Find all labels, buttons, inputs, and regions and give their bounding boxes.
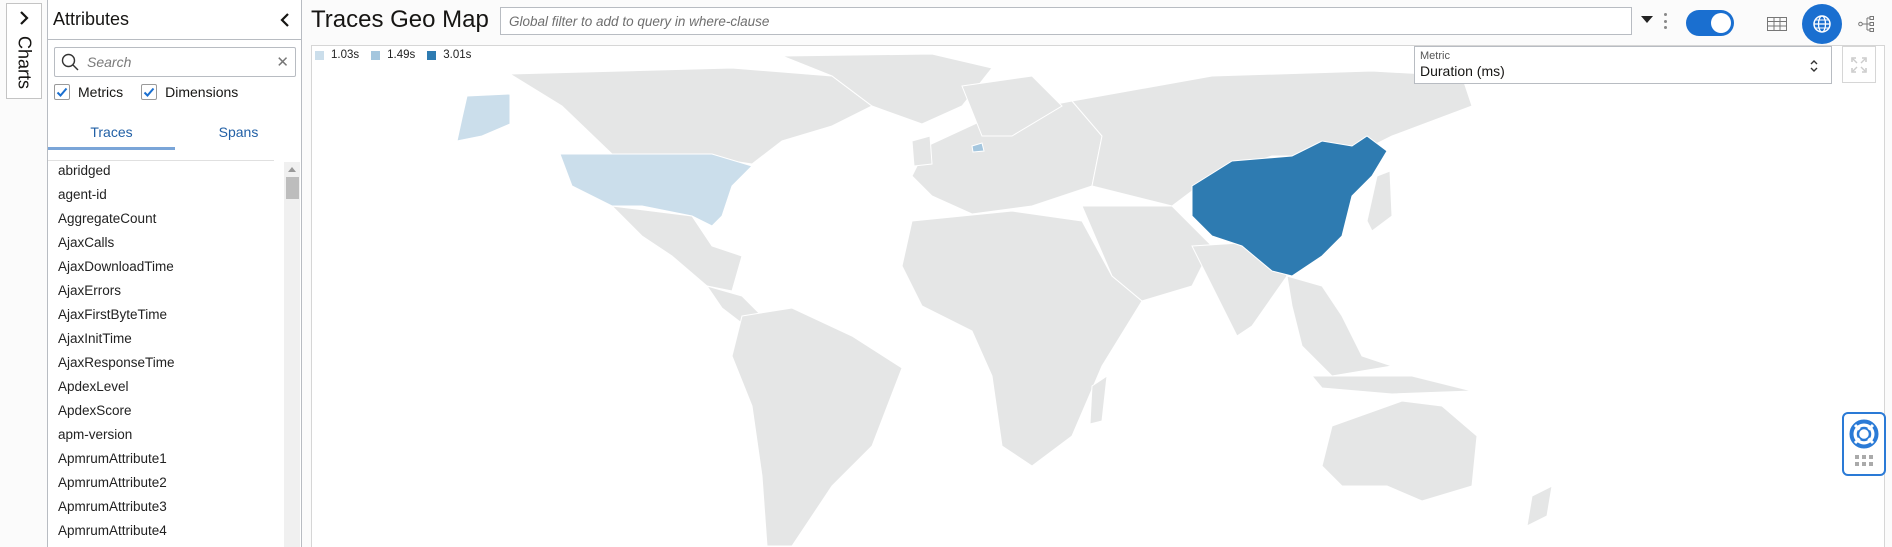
table-icon	[1767, 17, 1787, 31]
clear-search-icon[interactable]: ✕	[276, 53, 289, 71]
fullscreen-button[interactable]	[1842, 46, 1876, 83]
country-australia[interactable]	[1321, 400, 1478, 502]
metric-select[interactable]: Metric Duration (ms)	[1414, 46, 1832, 84]
country-canada[interactable]	[508, 67, 873, 165]
tab-traces[interactable]: Traces	[48, 120, 175, 150]
legend-label: 1.49s	[387, 49, 416, 61]
attribute-list-item[interactable]: ApmrumAttribute4	[58, 522, 278, 546]
country-japan[interactable]	[1366, 170, 1393, 232]
tab-spans[interactable]: Spans	[175, 120, 302, 150]
checkbox-checked-icon	[141, 84, 158, 100]
attribute-list-item[interactable]: ApdexScore	[58, 402, 278, 426]
attribute-tabs: Traces Spans	[48, 120, 302, 150]
charts-rail-label: Charts	[14, 36, 35, 90]
attributes-title: Attributes	[53, 9, 130, 29]
attribute-list-item[interactable]: AjaxResponseTime	[58, 354, 278, 378]
metric-select-label: Metric	[1420, 50, 1450, 62]
metrics-checkbox-label: Metrics	[78, 84, 124, 100]
global-filter-input[interactable]	[507, 12, 1625, 30]
attribute-list-item[interactable]: abridged	[58, 162, 278, 186]
filter-dropdown-icon[interactable]	[1641, 16, 1653, 23]
help-widget-button[interactable]	[1842, 412, 1886, 476]
attribute-list-item[interactable]: ApmrumAttribute2	[58, 474, 278, 498]
list-divider	[48, 160, 274, 161]
page-title: Traces Geo Map	[311, 6, 489, 33]
toggle-knob	[1711, 13, 1731, 33]
attribute-list-item[interactable]: AggregateCount	[58, 210, 278, 234]
legend-item: 1.03s	[315, 49, 359, 61]
attribute-list-scrollbar[interactable]	[284, 162, 300, 547]
attribute-list-item[interactable]: AjaxInitTime	[58, 330, 278, 354]
highlighted-country-united-states[interactable]	[456, 93, 511, 142]
attribute-search-field[interactable]: ✕	[54, 47, 296, 77]
chevron-right-icon	[20, 11, 29, 25]
geo-map-view-button[interactable]	[1802, 4, 1842, 44]
legend-swatch	[371, 50, 381, 60]
attributes-panel: Attributes ✕ Metrics Dimensions Traces S…	[47, 0, 302, 547]
world-map[interactable]	[312, 46, 1885, 547]
topology-view-button[interactable]	[1847, 4, 1887, 44]
metrics-checkbox[interactable]: Metrics	[54, 84, 123, 100]
attribute-list-item[interactable]: AjaxErrors	[58, 282, 278, 306]
metric-select-value: Duration (ms)	[1420, 63, 1505, 79]
lifebuoy-icon	[1849, 419, 1879, 449]
table-view-button[interactable]	[1757, 4, 1797, 44]
topology-icon	[1858, 16, 1874, 32]
attribute-list-item[interactable]: AjaxCalls	[58, 234, 278, 258]
country-indonesia[interactable]	[1310, 375, 1473, 395]
select-arrows-icon	[1810, 60, 1818, 72]
auto-refresh-toggle[interactable]	[1686, 10, 1734, 36]
attribute-list-item[interactable]: apm-version	[58, 426, 278, 450]
chevron-left-icon	[280, 12, 289, 27]
scroll-up-icon[interactable]	[288, 167, 296, 172]
attribute-list: abridged agent-id AggregateCount AjaxCalls A…	[58, 162, 278, 546]
geo-map-panel: 1.03s 1.49s 3.01s Metric Duration (ms)	[311, 45, 1885, 547]
dimensions-checkbox[interactable]: Dimensions	[141, 84, 238, 100]
map-legend: 1.03s 1.49s 3.01s	[315, 49, 471, 61]
expand-icon	[1851, 56, 1867, 73]
attribute-search-input[interactable]	[85, 53, 277, 71]
more-options-icon[interactable]	[1664, 13, 1668, 29]
attributes-header: Attributes	[48, 0, 301, 40]
scrollbar-thumb[interactable]	[285, 177, 299, 199]
checkbox-checked-icon	[54, 84, 70, 100]
apps-grid-icon	[1855, 455, 1873, 466]
legend-swatch	[315, 50, 324, 60]
attribute-type-filters: Metrics Dimensions	[54, 84, 238, 100]
legend-item: 3.01s	[427, 49, 471, 61]
country-new-zealand[interactable]	[1526, 485, 1553, 527]
dimensions-checkbox-label: Dimensions	[165, 84, 239, 100]
country-se-asia[interactable]	[1286, 275, 1393, 377]
charts-panel-toggle[interactable]: Charts	[6, 3, 42, 99]
globe-icon	[1813, 15, 1831, 33]
search-icon	[61, 53, 79, 71]
attribute-list-item[interactable]: AjaxDownloadTime	[58, 258, 278, 282]
country-south-america[interactable]	[731, 307, 903, 547]
country-mexico[interactable]	[610, 205, 743, 292]
legend-item: 1.49s	[371, 49, 415, 61]
attribute-list-item[interactable]: agent-id	[58, 186, 278, 210]
attribute-list-item[interactable]: ApmrumAttribute1	[58, 450, 278, 474]
legend-swatch	[427, 50, 437, 60]
country-uk[interactable]	[911, 135, 933, 167]
legend-label: 1.03s	[331, 49, 360, 61]
collapse-attributes-button[interactable]	[275, 10, 295, 30]
legend-label: 3.01s	[443, 49, 472, 61]
attribute-list-item[interactable]: AjaxFirstByteTime	[58, 306, 278, 330]
global-filter-field[interactable]	[500, 7, 1632, 35]
attribute-list-item[interactable]: ApmrumAttribute3	[58, 498, 278, 522]
attribute-list-item[interactable]: ApdexLevel	[58, 378, 278, 402]
